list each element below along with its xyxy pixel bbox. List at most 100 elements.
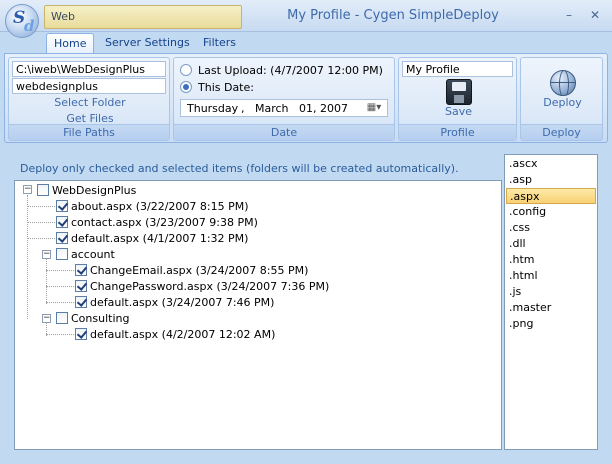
checkbox-checked-icon[interactable] (75, 328, 87, 340)
quick-access-text: Web (51, 10, 75, 23)
site-name-input[interactable]: webdesignplus (12, 78, 166, 94)
tree-line (46, 270, 78, 271)
tab-home[interactable]: Home (46, 33, 95, 54)
checkbox-checked-icon[interactable] (75, 296, 87, 308)
tree-line (46, 286, 78, 287)
deploy-label: Deploy (543, 96, 582, 109)
checkbox-checked-icon[interactable] (56, 216, 68, 228)
collapse-consulting-icon[interactable]: − (42, 314, 51, 323)
extension-item[interactable]: .asp (506, 172, 596, 188)
extension-item[interactable]: .htm (506, 252, 596, 268)
date-group: Last Upload: (4/7/2007 12:00 PM) This Da… (173, 57, 395, 141)
minimize-button[interactable]: – (560, 6, 578, 24)
tree-line (27, 195, 28, 319)
date-day-year[interactable]: 01, 2007 (299, 102, 348, 115)
tab-filters[interactable]: Filters (196, 33, 243, 54)
checkbox-checked-icon[interactable] (56, 200, 68, 212)
tree-node-label: ChangePassword.aspx (3/24/2007 7:36 PM) (90, 279, 330, 293)
tree-line (46, 334, 78, 335)
tree-node-label: about.aspx (3/22/2007 8:15 PM) (71, 199, 249, 213)
checkbox-checked-icon[interactable] (75, 264, 87, 276)
tree-node-webdesignplus[interactable]: WebDesignPlus (37, 182, 136, 198)
checkbox-icon[interactable] (56, 312, 68, 324)
tree-node-label: contact.aspx (3/23/2007 9:38 PM) (71, 215, 258, 229)
tree-line (46, 302, 78, 303)
ribbon-panel: C:\iweb\WebDesignPlus webdesignplus Sele… (4, 53, 608, 143)
title-bar: Web My Profile - Cygen SimpleDeploy – ✕ (0, 0, 612, 32)
close-button[interactable]: ✕ (586, 6, 604, 24)
deploy-button[interactable]: Deploy (531, 70, 594, 109)
date-weekday[interactable]: Thursday (187, 102, 238, 115)
checkbox-checked-icon[interactable] (75, 280, 87, 292)
extension-list[interactable]: .ascx .asp .aspx .config .css .dll .htm … (504, 154, 598, 450)
globe-icon (549, 70, 576, 96)
floppy-disk-icon (445, 79, 472, 105)
radio-icon (180, 64, 192, 76)
tree-node-label: WebDesignPlus (52, 183, 137, 197)
select-folder-button[interactable]: Select Folder (9, 96, 171, 109)
profile-name-input[interactable]: My Profile (402, 61, 513, 77)
tree-node-label: default.aspx (4/1/2007 1:32 PM) (71, 231, 249, 245)
extension-item[interactable]: .config (506, 204, 596, 220)
save-button[interactable]: Save (429, 79, 488, 118)
date-picker[interactable]: Thursday , March 01, 2007 ▦▾ (180, 99, 388, 117)
collapse-account-icon[interactable]: − (42, 250, 51, 259)
window-title: My Profile - Cygen SimpleDeploy (287, 8, 499, 23)
tree-node-label: default.aspx (4/2/2007 12:02 AM) (90, 327, 276, 341)
app-menu-button[interactable]: S d (5, 4, 39, 38)
tree-node-default[interactable]: default.aspx (4/1/2007 1:32 PM) (56, 230, 248, 246)
file-tree[interactable]: − WebDesignPlus about.aspx (3/22/2007 8:… (14, 180, 502, 450)
tree-node-changeemail[interactable]: ChangeEmail.aspx (3/24/2007 8:55 PM) (75, 262, 308, 278)
extension-item[interactable]: .master (506, 300, 596, 316)
tree-node-contact[interactable]: contact.aspx (3/23/2007 9:38 PM) (56, 214, 258, 230)
extension-item[interactable]: .png (506, 316, 596, 332)
extension-item[interactable]: .ascx (506, 156, 596, 172)
calendar-dropdown-icon[interactable]: ▦▾ (363, 102, 385, 116)
tree-node-label: account (71, 247, 115, 261)
date-month[interactable]: March (255, 102, 289, 115)
last-upload-radio[interactable]: Last Upload: (4/7/2007 12:00 PM) (180, 64, 383, 80)
tree-node-about[interactable]: about.aspx (3/22/2007 8:15 PM) (56, 198, 249, 214)
logo-letter-d: d (24, 17, 35, 35)
this-date-radio[interactable]: This Date: (180, 81, 254, 97)
tree-line (46, 259, 47, 304)
tree-node-label: ChangeEmail.aspx (3/24/2007 8:55 PM) (90, 263, 309, 277)
file-paths-label: File Paths (9, 124, 169, 140)
extension-item[interactable]: .dll (506, 236, 596, 252)
checkbox-icon[interactable] (37, 184, 49, 196)
profile-group: My Profile Save Profile (398, 57, 517, 141)
radio-selected-icon (180, 81, 192, 93)
file-paths-group: C:\iweb\WebDesignPlus webdesignplus Sele… (8, 57, 170, 141)
ribbon-tab-row: Home Server Settings Filters (0, 32, 612, 54)
deploy-group-label: Deploy (521, 124, 602, 140)
checkbox-checked-icon[interactable] (56, 232, 68, 244)
tree-line (27, 222, 59, 223)
extension-item[interactable]: .html (506, 268, 596, 284)
extension-item[interactable]: .css (506, 220, 596, 236)
main-panel: Deploy only checked and selected items (… (6, 148, 606, 458)
tab-server-settings[interactable]: Server Settings (98, 33, 197, 54)
checkbox-icon[interactable] (56, 248, 68, 260)
instructions-text: Deploy only checked and selected items (… (20, 162, 459, 175)
save-label: Save (444, 105, 472, 118)
tree-node-changepassword[interactable]: ChangePassword.aspx (3/24/2007 7:36 PM) (75, 278, 329, 294)
last-upload-label: Last Upload: (4/7/2007 12:00 PM) (198, 64, 383, 77)
folder-path-input[interactable]: C:\iweb\WebDesignPlus (12, 61, 166, 77)
tree-line (27, 206, 59, 207)
tree-node-label: Consulting (71, 311, 130, 325)
profile-label: Profile (399, 124, 516, 140)
date-separator: , (241, 102, 245, 115)
tree-node-account[interactable]: account (56, 246, 115, 262)
tree-node-account-default[interactable]: default.aspx (3/24/2007 7:46 PM) (75, 294, 274, 310)
deploy-group: Deploy Deploy (520, 57, 603, 141)
quick-access-bar[interactable]: Web (44, 5, 242, 29)
date-label: Date (174, 124, 394, 140)
tree-node-label: default.aspx (3/24/2007 7:46 PM) (90, 295, 275, 309)
extension-item[interactable]: .js (506, 284, 596, 300)
tree-node-consulting[interactable]: Consulting (56, 310, 129, 326)
tree-node-consulting-default[interactable]: default.aspx (4/2/2007 12:02 AM) (75, 326, 275, 342)
this-date-label: This Date: (198, 81, 254, 94)
extension-item-selected[interactable]: .aspx (506, 188, 596, 204)
collapse-webdesignplus-icon[interactable]: − (23, 185, 32, 194)
tree-line (27, 238, 59, 239)
